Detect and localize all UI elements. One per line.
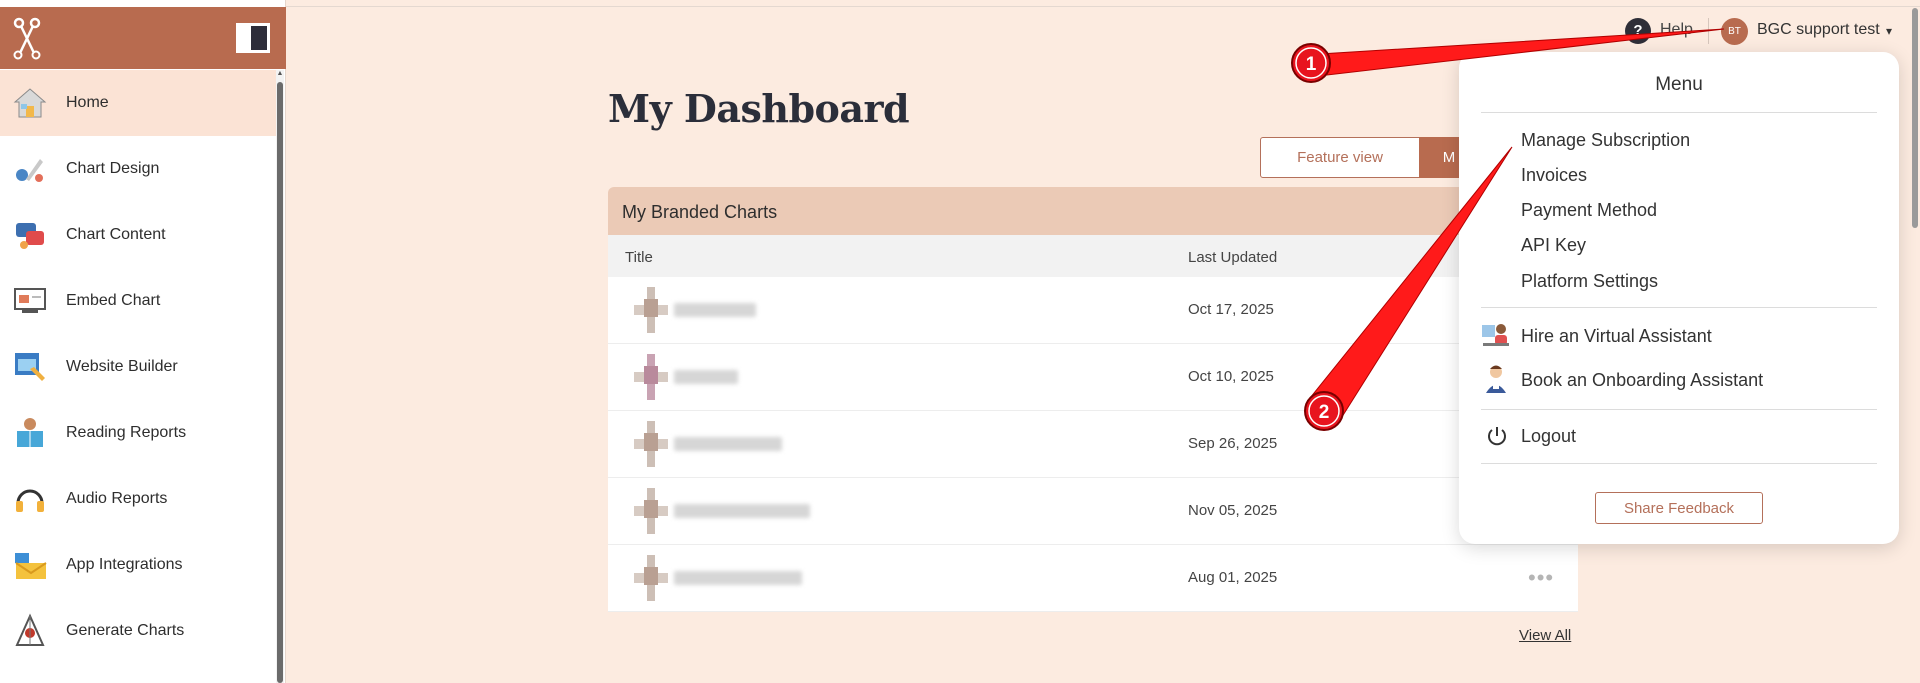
- last-updated-date: Nov 05, 2025: [1188, 502, 1278, 519]
- menu-item-book-onboarding-assistant[interactable]: Book an Onboarding Assistant: [1521, 370, 1763, 391]
- sidebar-item-label: Chart Content: [66, 226, 166, 243]
- annotation-marker-1-label: 1: [1306, 54, 1317, 75]
- menu-item-payment-method[interactable]: Payment Method: [1521, 200, 1657, 221]
- sidebar: Home Chart Design Chart Content Embed Ch…: [0, 0, 286, 683]
- help-icon[interactable]: ?: [1625, 18, 1651, 44]
- sidebar-item-app-integrations[interactable]: App Integrations: [0, 532, 278, 598]
- header-divider: [1708, 18, 1709, 44]
- menu-item-platform-settings[interactable]: Platform Settings: [1521, 271, 1658, 292]
- menu-divider: [1481, 112, 1877, 113]
- menu-title: Menu: [1655, 74, 1703, 95]
- sidebar-nav: Home Chart Design Chart Content Embed Ch…: [0, 70, 278, 664]
- virtual-assistant-icon: [1482, 324, 1509, 346]
- chart-thumbnail: [634, 287, 668, 333]
- sidebar-item-label: App Integrations: [66, 556, 183, 573]
- last-updated-date: Aug 01, 2025: [1188, 569, 1278, 586]
- sidebar-item-label: Chart Design: [66, 160, 160, 177]
- menu-item-invoices[interactable]: Invoices: [1521, 165, 1587, 186]
- sidebar-item-label: Reading Reports: [66, 424, 187, 441]
- annotation-marker-1: [1291, 43, 1331, 83]
- sidebar-item-chart-content[interactable]: Chart Content: [0, 202, 278, 268]
- blurred-chart-title[interactable]: [674, 504, 810, 518]
- branded-charts-card: My Branded Charts Title Last Updated Oct…: [608, 187, 1578, 615]
- menu-item-api-key[interactable]: API Key: [1521, 235, 1586, 256]
- blurred-chart-title[interactable]: [674, 303, 756, 317]
- blurred-chart-title[interactable]: [674, 571, 802, 585]
- sidebar-item-label: Audio Reports: [66, 490, 168, 507]
- logo-icon[interactable]: [10, 15, 44, 63]
- blurred-chart-title[interactable]: [674, 437, 782, 451]
- table-row[interactable]: Aug 01, 2025 •••: [608, 545, 1578, 612]
- chart-thumbnail: [634, 555, 668, 601]
- table-row[interactable]: Nov 05, 2025: [608, 478, 1578, 545]
- menu-divider: [1481, 409, 1877, 410]
- menu-item-logout[interactable]: Logout: [1521, 426, 1576, 447]
- website-builder-icon: [12, 349, 48, 385]
- onboarding-assistant-icon: [1486, 365, 1506, 393]
- sidebar-item-label: Home: [66, 94, 109, 111]
- help-link[interactable]: Help: [1660, 21, 1693, 39]
- feature-view-button[interactable]: Feature view: [1260, 137, 1420, 178]
- column-title[interactable]: Title: [625, 249, 653, 266]
- sidebar-collapse-icon[interactable]: [236, 23, 270, 53]
- table-header: Title Last Updated: [608, 235, 1578, 277]
- card-title: My Branded Charts: [622, 202, 778, 222]
- page-title: My Dashboard: [608, 86, 910, 131]
- app-integrations-icon: [12, 547, 48, 583]
- sidebar-item-embed-chart[interactable]: Embed Chart: [0, 268, 278, 334]
- sidebar-item-website-builder[interactable]: Website Builder: [0, 334, 278, 400]
- reading-reports-icon: [12, 415, 48, 451]
- sidebar-item-generate-charts[interactable]: Generate Charts: [0, 598, 278, 664]
- avatar[interactable]: BT: [1721, 18, 1748, 45]
- home-icon: [12, 85, 48, 121]
- last-updated-date: Oct 17, 2025: [1188, 301, 1274, 318]
- sidebar-item-reading-reports[interactable]: Reading Reports: [0, 400, 278, 466]
- audio-reports-icon: [12, 481, 48, 517]
- user-dropdown-menu: Menu Manage Subscription Invoices Paymen…: [1459, 52, 1899, 544]
- menu-divider: [1481, 463, 1877, 464]
- blurred-chart-title[interactable]: [674, 370, 738, 384]
- more-options-icon[interactable]: •••: [1528, 565, 1554, 591]
- column-last-updated[interactable]: Last Updated: [1188, 249, 1277, 266]
- sidebar-item-audio-reports[interactable]: Audio Reports: [0, 466, 278, 532]
- page-scrollbar[interactable]: [1910, 0, 1920, 683]
- power-icon: [1488, 427, 1506, 446]
- last-updated-date: Sep 26, 2025: [1188, 435, 1278, 452]
- share-feedback-button[interactable]: Share Feedback: [1595, 492, 1763, 524]
- chart-thumbnail: [634, 354, 668, 400]
- sidebar-scrollbar[interactable]: ▲: [276, 70, 284, 683]
- sidebar-item-home[interactable]: Home: [0, 70, 278, 136]
- user-menu-button[interactable]: BGC support test: [1757, 21, 1880, 39]
- embed-chart-icon: [12, 283, 48, 319]
- chart-content-icon: [12, 217, 48, 253]
- sidebar-header: [0, 7, 286, 69]
- sidebar-item-label: Generate Charts: [66, 622, 185, 639]
- sidebar-item-label: Website Builder: [66, 358, 178, 375]
- top-divider: [286, 6, 1920, 7]
- sidebar-scroll-thumb[interactable]: [277, 82, 283, 683]
- sidebar-item-label: Embed Chart: [66, 292, 161, 309]
- chart-thumbnail: [634, 488, 668, 534]
- menu-item-manage-subscription[interactable]: Manage Subscription: [1521, 130, 1690, 151]
- table-row[interactable]: Oct 10, 2025: [608, 344, 1578, 411]
- scroll-up-icon[interactable]: ▲: [276, 70, 284, 78]
- chart-thumbnail: [634, 421, 668, 467]
- generate-charts-icon: [12, 613, 48, 649]
- table-row[interactable]: Oct 17, 2025: [608, 277, 1578, 344]
- page-scroll-thumb[interactable]: [1912, 8, 1918, 228]
- menu-item-hire-virtual-assistant[interactable]: Hire an Virtual Assistant: [1521, 326, 1712, 347]
- sidebar-item-chart-design[interactable]: Chart Design: [0, 136, 278, 202]
- last-updated-date: Oct 10, 2025: [1188, 368, 1274, 385]
- chart-design-icon: [12, 151, 48, 187]
- card-header: My Branded Charts: [608, 187, 1578, 235]
- table-row[interactable]: Sep 26, 2025: [608, 411, 1578, 478]
- chevron-down-icon[interactable]: ▾: [1886, 24, 1892, 38]
- view-all-link[interactable]: View All: [1519, 627, 1571, 644]
- menu-divider: [1481, 307, 1877, 308]
